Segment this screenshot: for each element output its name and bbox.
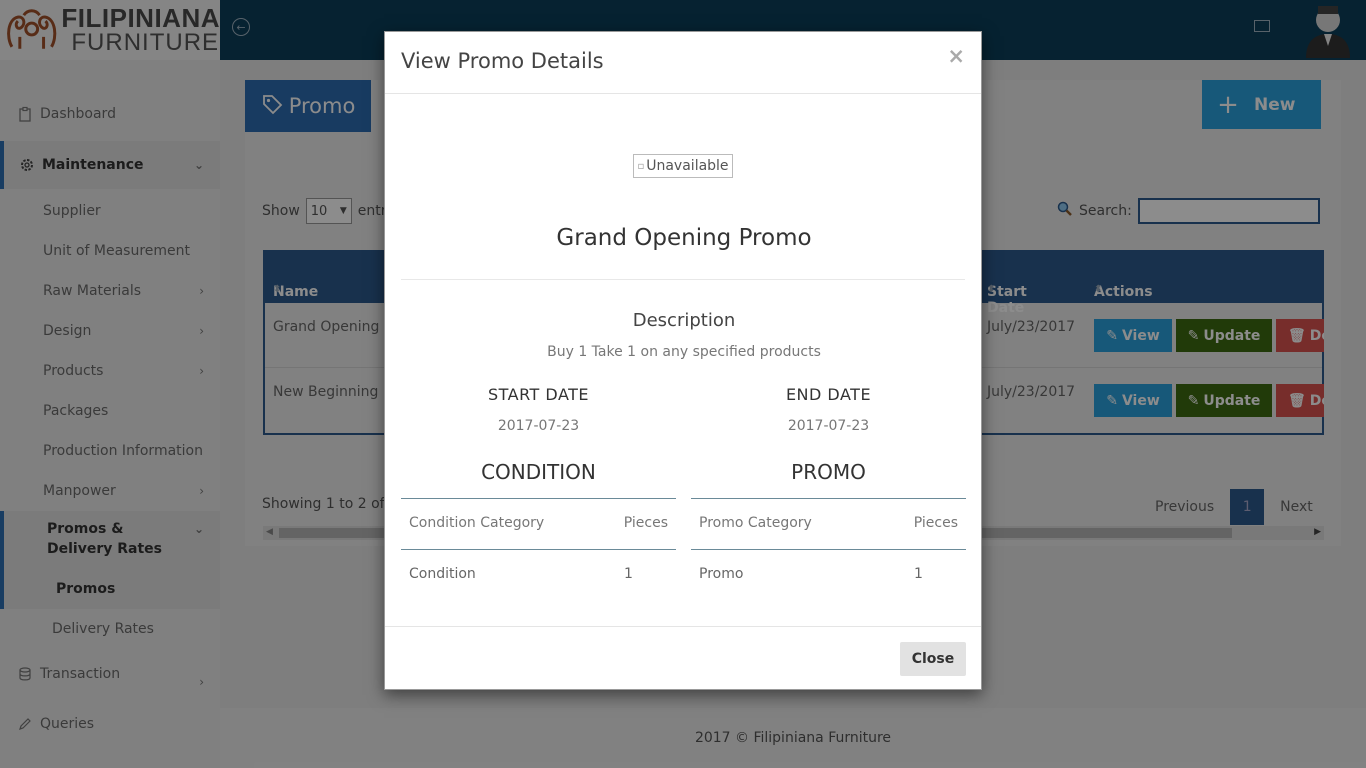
- broken-image-icon: ▫: [637, 160, 645, 172]
- condition-category-header: Condition Category: [409, 515, 545, 531]
- condition-heading: CONDITION: [481, 460, 596, 484]
- start-date-heading: START DATE: [487, 385, 590, 404]
- modal-header: View Promo Details ×: [385, 32, 981, 94]
- end-date-value: 2017-07-23: [787, 418, 870, 434]
- condition-category-cell: Condition: [409, 566, 476, 582]
- promo-name: Grand Opening Promo: [556, 225, 812, 251]
- pieces-cell: 1: [624, 566, 633, 582]
- modal-footer: Close: [385, 626, 981, 690]
- start-date-value: 2017-07-23: [497, 418, 580, 434]
- end-date-heading: END DATE: [785, 385, 872, 404]
- pieces-header: Pieces: [623, 515, 668, 531]
- promo-image: ▫ Unavailable: [633, 154, 733, 178]
- close-button[interactable]: Close: [900, 642, 966, 676]
- close-icon[interactable]: ×: [947, 44, 965, 68]
- table-row: Promo 1: [691, 550, 966, 601]
- description-text: Buy 1 Take 1 on any specified products: [547, 344, 821, 360]
- condition-table: Condition Category Pieces Condition 1: [401, 498, 676, 601]
- pieces-cell: 1: [914, 566, 923, 582]
- promo-table-header: Promo Category Pieces: [691, 499, 966, 550]
- pieces-header: Pieces: [913, 515, 958, 531]
- view-promo-modal: View Promo Details × ▫ Unavailable Grand…: [384, 31, 982, 690]
- promo-heading: PROMO: [791, 460, 866, 484]
- table-row: Condition 1: [401, 550, 676, 601]
- promo-table-detail: Promo Category Pieces Promo 1: [691, 498, 966, 601]
- divider: [401, 279, 965, 280]
- promo-category-cell: Promo: [699, 566, 744, 582]
- description-heading: Description: [632, 310, 736, 331]
- modal-title: View Promo Details: [401, 49, 604, 73]
- promo-image-alt: Unavailable: [646, 158, 729, 174]
- promo-category-header: Promo Category: [699, 515, 812, 531]
- condition-table-header: Condition Category Pieces: [401, 499, 676, 550]
